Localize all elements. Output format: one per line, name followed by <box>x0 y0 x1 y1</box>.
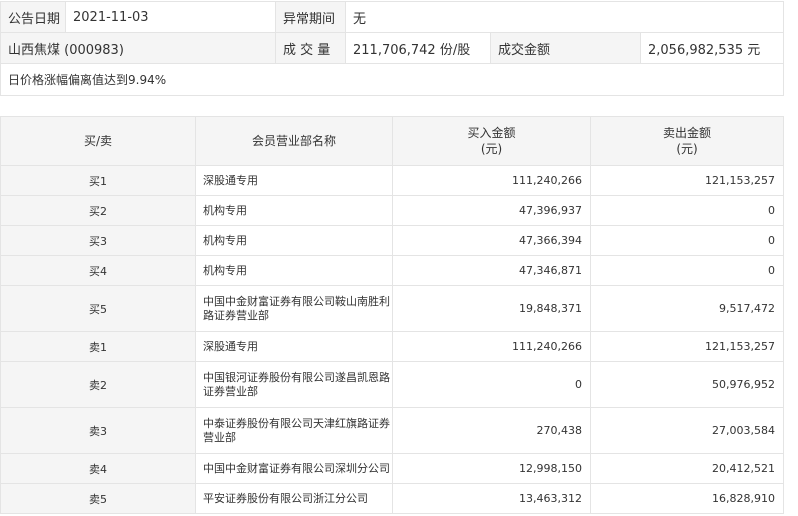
table-row: 买2 机构专用 47,396,937 0 <box>0 195 784 226</box>
abnormal-reason: 日价格涨幅偏离值达到9.94% <box>0 63 785 96</box>
table-row: 买5 中国中金财富证券有限公司鞍山南胜利 路证券营业部 19,848,371 9,… <box>0 285 784 332</box>
row-dept: 深股通专用 <box>195 331 393 362</box>
row-sell: 20,412,521 <box>590 453 784 484</box>
row-dept: 机构专用 <box>195 255 393 286</box>
period-value: 无 <box>344 1 785 33</box>
row-dept: 中国银河证券股份有限公司遂昌凯恩路 证券营业部 <box>195 361 393 408</box>
header-sell-unit: (元) <box>676 142 698 156</box>
row-buy: 47,366,394 <box>392 225 591 256</box>
row-buy: 111,240,266 <box>392 165 591 196</box>
row-buy: 19,848,371 <box>392 285 591 332</box>
row-dept: 中国中金财富证券有限公司深圳分公司 <box>195 453 393 484</box>
row-buy: 0 <box>392 361 591 408</box>
row-side: 卖2 <box>0 361 196 408</box>
row-side: 买2 <box>0 195 196 226</box>
row-dept: 机构专用 <box>195 195 393 226</box>
row-dept-line2: 路证券营业部 <box>203 308 269 322</box>
row-side: 卖5 <box>0 483 196 514</box>
header-buy: 买入金额 (元) <box>392 116 591 166</box>
table-row: 买4 机构专用 47,346,871 0 <box>0 255 784 286</box>
row-side: 买3 <box>0 225 196 256</box>
header-sell-title: 卖出金额 <box>662 126 711 140</box>
row-side: 买1 <box>0 165 196 196</box>
row-dept: 平安证券股份有限公司浙江分公司 <box>195 483 393 514</box>
header-sell: 卖出金额 (元) <box>590 116 784 166</box>
stock-name: 山西焦煤 (000983) <box>0 32 276 64</box>
row-sell: 121,153,257 <box>590 165 784 196</box>
table-row: 卖1 深股通专用 111,240,266 121,153,257 <box>0 331 784 362</box>
row-side: 买5 <box>0 285 196 332</box>
row-side: 卖3 <box>0 407 196 454</box>
row-buy: 270,438 <box>392 407 591 454</box>
table-row: 卖4 中国中金财富证券有限公司深圳分公司 12,998,150 20,412,5… <box>0 453 784 484</box>
announcement-info-table: 公告日期 2021-11-03 异常期间 无 山西焦煤 (000983) 成 交… <box>0 1 785 96</box>
volume-value: 211,706,742 份/股 <box>345 32 491 64</box>
row-dept-line1: 中国中金财富证券有限公司鞍山南胜利 <box>203 294 390 308</box>
row-side: 卖4 <box>0 453 196 484</box>
row-side: 买4 <box>0 255 196 286</box>
table-row: 买3 机构专用 47,366,394 0 <box>0 225 784 256</box>
row-buy: 12,998,150 <box>392 453 591 484</box>
row-dept: 中国中金财富证券有限公司鞍山南胜利 路证券营业部 <box>195 285 393 332</box>
row-sell: 0 <box>590 195 784 226</box>
row-dept: 中泰证券股份有限公司天津红旗路证券 营业部 <box>195 407 393 454</box>
row-buy: 13,463,312 <box>392 483 591 514</box>
date-label: 公告日期 <box>0 1 66 33</box>
row-buy: 111,240,266 <box>392 331 591 362</box>
date-value: 2021-11-03 <box>65 1 276 33</box>
trading-detail-table: 买/卖 会员营业部名称 买入金额 (元) 卖出金额 (元) 买1 深股通专用 111… <box>0 116 784 514</box>
header-buy-unit: (元) <box>480 142 503 156</box>
row-buy: 47,396,937 <box>392 195 591 226</box>
header-buy-title: 买入金额 <box>467 126 516 140</box>
row-sell: 27,003,584 <box>590 407 784 454</box>
row-dept: 深股通专用 <box>195 165 393 196</box>
table-row: 卖3 中泰证券股份有限公司天津红旗路证券 营业部 270,438 27,003,5… <box>0 407 784 454</box>
row-dept-line2: 证券营业部 <box>203 384 258 398</box>
header-dept: 会员营业部名称 <box>195 116 393 166</box>
row-dept-line1: 中国银河证券股份有限公司遂昌凯恩路 <box>203 370 390 384</box>
row-sell: 0 <box>590 255 784 286</box>
table-row: 买1 深股通专用 111,240,266 121,153,257 <box>0 165 784 196</box>
row-buy: 47,346,871 <box>392 255 591 286</box>
row-dept: 机构专用 <box>195 225 393 256</box>
header-side: 买/卖 <box>0 116 196 166</box>
row-sell: 9,517,472 <box>590 285 784 332</box>
row-sell: 0 <box>590 225 784 256</box>
table-row: 卖5 平安证券股份有限公司浙江分公司 13,463,312 16,828,910 <box>0 483 784 514</box>
table-row: 卖2 中国银河证券股份有限公司遂昌凯恩路 证券营业部 0 50,976,952 <box>0 361 784 408</box>
row-sell: 16,828,910 <box>590 483 784 514</box>
volume-label: 成 交 量 <box>275 32 346 64</box>
row-sell: 50,976,952 <box>590 361 784 408</box>
table-header-row: 买/卖 会员营业部名称 买入金额 (元) 卖出金额 (元) <box>0 116 784 166</box>
amount-label: 成交金额 <box>490 32 641 64</box>
row-dept-line1: 中泰证券股份有限公司天津红旗路证券 <box>203 416 390 430</box>
row-dept-line2: 营业部 <box>203 430 236 444</box>
period-label: 异常期间 <box>275 1 346 33</box>
row-sell: 121,153,257 <box>590 331 784 362</box>
row-side: 卖1 <box>0 331 196 362</box>
amount-value: 2,056,982,535 元 <box>639 32 785 64</box>
